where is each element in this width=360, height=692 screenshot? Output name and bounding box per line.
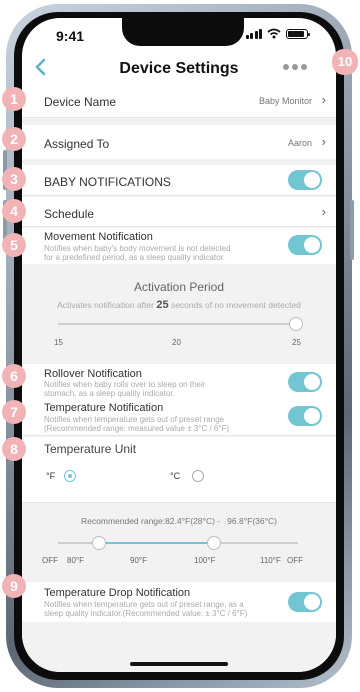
activation-desc-suffix: seconds of no movement detected: [170, 300, 301, 310]
temperature-desc: (Recommended range: measured value ± 3°C…: [44, 424, 230, 433]
movement-toggle[interactable]: [288, 235, 322, 255]
movement-desc: Notifies when baby's body movement is no…: [44, 244, 231, 253]
status-icons: [245, 28, 310, 39]
rollover-desc: Notifies when baby rolls over to sleep o…: [44, 380, 206, 389]
range-tick: 100°F: [194, 556, 216, 565]
baby-notifications-row: BABY NOTIFICATIONS: [22, 165, 336, 196]
annotation-badge: 4: [2, 199, 26, 223]
temperature-drop-row: Temperature Drop Notification Notifies w…: [22, 582, 336, 622]
rollover-desc: stomach, as a sleep quality indicator.: [44, 389, 175, 398]
more-button[interactable]: [282, 54, 308, 77]
annotation-badge: 8: [2, 437, 26, 461]
temperature-drop-desc: sleep quality indicator.(Recommended val…: [44, 609, 248, 618]
chevron-right-icon: ›: [321, 204, 326, 219]
movement-desc: for a predefined period, as a sleep qual…: [44, 253, 226, 262]
screen: 9:41 Device Settings Device Name Baby Mo…: [22, 18, 336, 672]
wifi-icon: [267, 28, 281, 39]
assigned-to-row[interactable]: Assigned To Aaron ›: [22, 125, 336, 159]
activation-desc-prefix: Activates notification after: [57, 300, 154, 310]
movement-label: Movement Notification: [44, 231, 153, 243]
range-tick: 80°F: [67, 556, 84, 565]
range-low-knob[interactable]: [92, 536, 106, 550]
activation-tick: 20: [172, 338, 181, 347]
temperature-label: Temperature Notification: [44, 402, 164, 414]
activation-title: Activation Period: [133, 280, 225, 294]
annotation-badge: 9: [2, 574, 26, 598]
range-tick: OFF: [42, 556, 58, 565]
recommended-range-label: Recommended range:82.4°F(28°C) - 96.8°F(…: [81, 516, 277, 526]
nav-bar: Device Settings: [22, 52, 336, 86]
annotation-badge: 5: [2, 233, 26, 257]
celsius-option[interactable]: °C: [170, 470, 210, 486]
annotation-badge: 2: [2, 127, 26, 151]
annotation-badge: 6: [2, 364, 26, 388]
temperature-drop-desc: Notifies when temperature gets out of pr…: [44, 600, 244, 609]
home-indicator: [130, 662, 228, 666]
temperature-range-fill: [100, 542, 214, 544]
rollover-label: Rollover Notification: [44, 368, 142, 380]
annotation-badge: 3: [2, 167, 26, 191]
annotation-badge: 10: [332, 49, 358, 75]
schedule-row[interactable]: Schedule ›: [22, 197, 336, 227]
fahrenheit-option[interactable]: °F: [46, 470, 86, 486]
temperature-toggle[interactable]: [288, 406, 322, 426]
celsius-label: °C: [170, 471, 181, 481]
activation-desc: Activates notification after 25 seconds …: [22, 299, 336, 311]
celsius-radio[interactable]: [192, 470, 204, 482]
cellular-signal-icon: [245, 28, 262, 39]
temperature-unit-label: Temperature Unit: [44, 442, 137, 456]
annotation-badge: 7: [2, 400, 26, 424]
range-tick: 110°F: [260, 556, 281, 565]
battery-icon: [286, 28, 310, 39]
activation-slider-track[interactable]: [58, 323, 298, 325]
power-button: [350, 200, 354, 260]
schedule-label: Schedule: [44, 207, 95, 221]
activation-tick: 15: [54, 338, 63, 347]
device-name-row[interactable]: Device Name Baby Monitor ›: [22, 82, 336, 118]
rollover-toggle[interactable]: [288, 372, 322, 392]
annotation-badge: 1: [2, 87, 26, 111]
baby-notifications-label: BABY NOTIFICATIONS: [44, 175, 171, 189]
fahrenheit-label: °F: [46, 471, 56, 481]
more-dots-icon: [283, 64, 307, 70]
activation-slider-knob[interactable]: [289, 317, 303, 331]
range-tick: OFF: [287, 556, 303, 565]
temperature-unit-row: Temperature Unit °F °C: [22, 437, 336, 503]
movement-notification-row: Movement Notification Notifies when baby…: [22, 228, 336, 264]
range-high-knob[interactable]: [207, 536, 221, 550]
device-name-label: Device Name: [44, 95, 117, 109]
temperature-desc: Notifies when temperature gets out of pr…: [44, 415, 225, 424]
rollover-notification-row: Rollover Notification Notifies when baby…: [22, 364, 336, 400]
assigned-to-label: Assigned To: [44, 137, 110, 151]
temperature-drop-toggle[interactable]: [288, 592, 322, 612]
activation-tick: 25: [292, 338, 301, 347]
settings-list: Device Name Baby Monitor › Assigned To A…: [22, 82, 336, 672]
temperature-drop-label: Temperature Drop Notification: [44, 587, 191, 599]
device-name-value: Baby Monitor: [258, 96, 312, 106]
fahrenheit-radio[interactable]: [64, 470, 76, 482]
chevron-right-icon: ›: [321, 134, 326, 149]
range-tick: 90°F: [130, 556, 147, 565]
baby-notifications-toggle[interactable]: [288, 170, 322, 190]
activation-period-section: Activation Period Activates notification…: [22, 268, 336, 364]
activation-seconds: 25: [156, 299, 169, 311]
notch: [122, 18, 244, 46]
assigned-to-value: Aaron: [287, 138, 312, 148]
temperature-notification-row: Temperature Notification Notifies when t…: [22, 400, 336, 436]
status-time: 9:41: [56, 28, 85, 44]
chevron-right-icon: ›: [321, 92, 326, 107]
temperature-range-section: Recommended range:82.4°F(28°C) - 96.8°F(…: [22, 504, 336, 568]
